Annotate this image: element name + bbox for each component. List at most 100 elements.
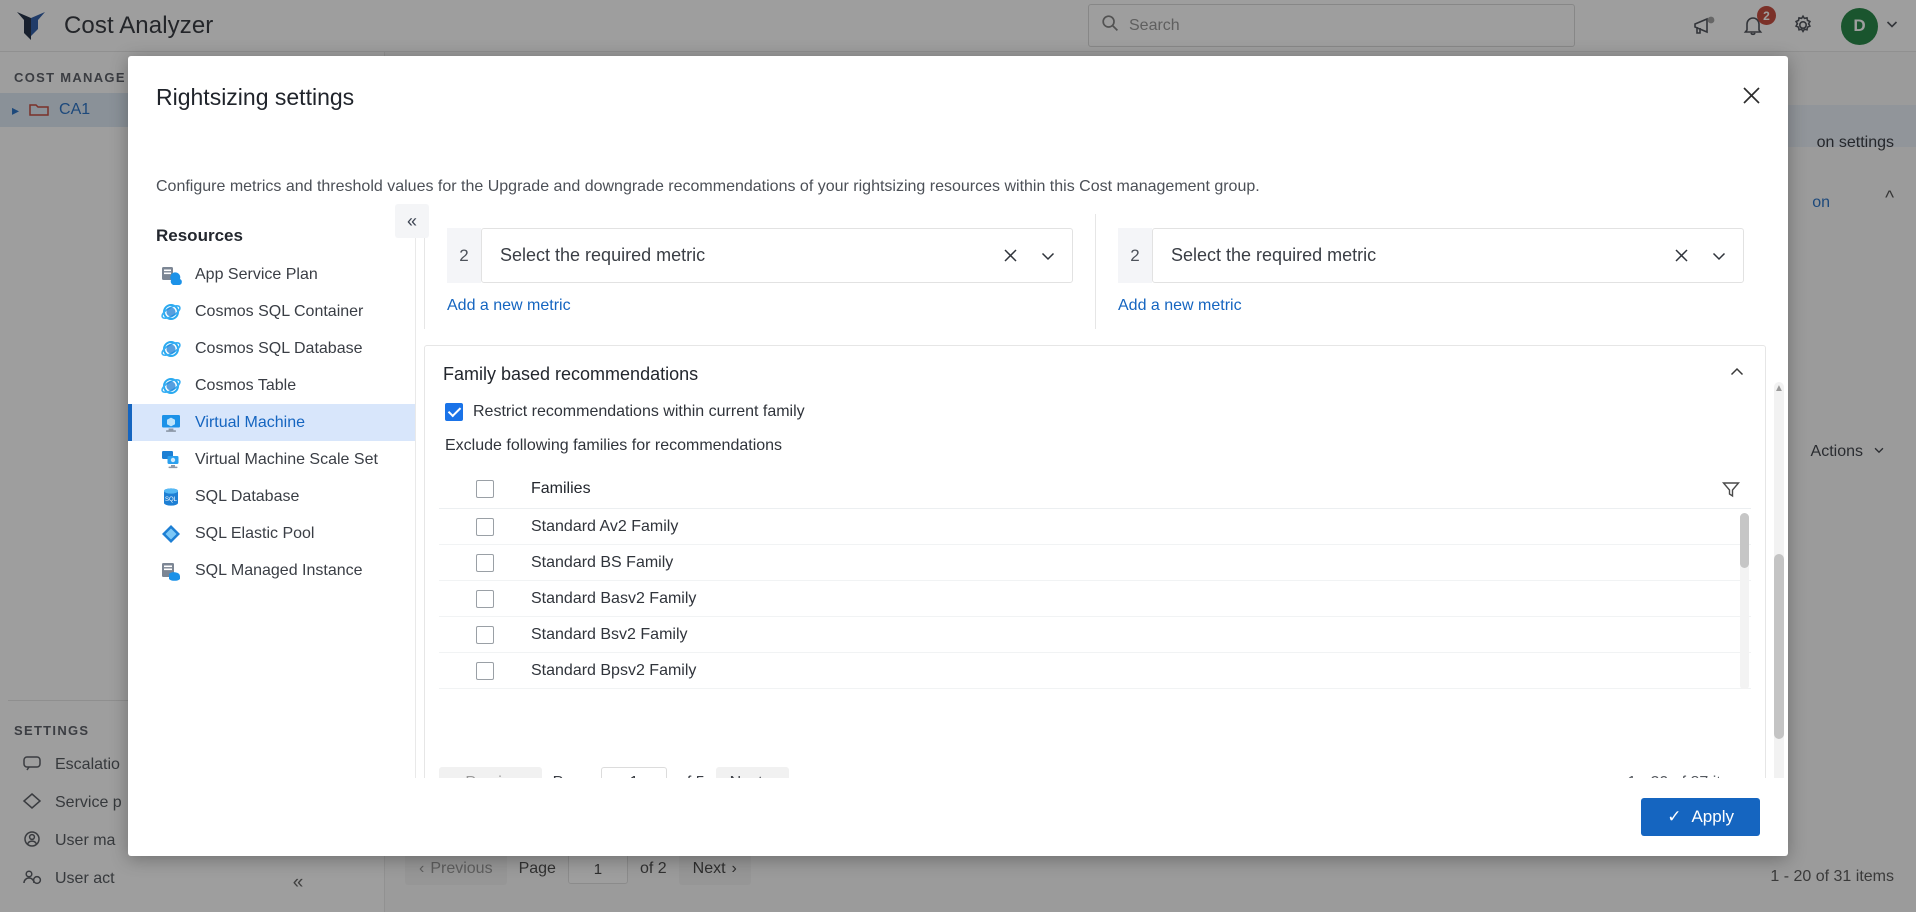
family-name: Standard Basv2 Family [531, 589, 697, 607]
restrict-recommendations-row: Restrict recommendations within current … [425, 395, 1765, 421]
resource-item-label: App Service Plan [195, 265, 318, 283]
family-name: Standard Av2 Family [531, 517, 679, 535]
dialog-title: Rightsizing settings [156, 84, 355, 110]
resource-item-label: SQL Managed Instance [195, 561, 363, 579]
row-checkbox-cell [439, 661, 531, 680]
exclude-families-label: Exclude following families for recommend… [445, 437, 783, 454]
families-rows-scroll-area[interactable]: Standard Av2 Family Standard BS Family S… [439, 509, 1751, 689]
family-row-checkbox[interactable] [476, 553, 494, 572]
metric-placeholder: Select the required metric [1171, 245, 1377, 265]
scroll-up-arrow-icon[interactable]: ▲ [1773, 382, 1785, 394]
row-checkbox-cell [439, 625, 531, 644]
resource-item-sql-database[interactable]: SQL SQL Database [128, 478, 415, 515]
resource-item-cosmos-sql-database[interactable]: Cosmos SQL Database [128, 330, 415, 367]
svg-text:SQL: SQL [165, 497, 178, 503]
sql-managed-instance-icon [160, 560, 182, 582]
table-row[interactable]: Standard Bsv2 Family [439, 617, 1751, 653]
families-scrollbar[interactable] [1740, 513, 1749, 689]
resource-item-label: Cosmos SQL Container [195, 302, 364, 320]
close-icon[interactable] [993, 248, 1028, 263]
family-name: Standard Bpsv2 Family [531, 661, 697, 679]
family-card-title: Family based recommendations [443, 364, 699, 384]
resource-item-sql-managed-instance[interactable]: SQL Managed Instance [128, 552, 415, 589]
resource-item-app-service-plan[interactable]: App Service Plan [128, 256, 415, 293]
resource-item-cosmos-table[interactable]: Cosmos Table [128, 367, 415, 404]
chevron-down-icon[interactable] [1038, 246, 1058, 266]
rightsizing-settings-dialog: Rightsizing settings Configure metrics a… [128, 56, 1788, 856]
family-name: Standard BS Family [531, 553, 674, 571]
families-scrollbar-thumb[interactable] [1740, 513, 1749, 568]
restrict-recommendations-label: Restrict recommendations within current … [473, 403, 805, 420]
resource-item-sql-elastic-pool[interactable]: SQL Elastic Pool [128, 515, 415, 552]
page-number-input[interactable] [600, 767, 667, 778]
chevron-up-icon[interactable] [1727, 362, 1747, 387]
resource-item-cosmos-sql-container[interactable]: Cosmos SQL Container [128, 293, 415, 330]
content-scrollbar-thumb[interactable] [1774, 554, 1784, 739]
family-row-checkbox[interactable] [476, 517, 494, 536]
resource-item-label: Cosmos SQL Database [195, 339, 363, 357]
family-row-checkbox[interactable] [476, 589, 494, 608]
chevron-down-icon[interactable] [1709, 246, 1729, 266]
sql-database-icon: SQL [160, 486, 182, 508]
resources-title: Resources [156, 226, 243, 245]
metric-field: 2 Select the required metric [447, 228, 1073, 283]
cosmos-db-icon [160, 338, 182, 360]
close-icon[interactable] [1664, 248, 1699, 263]
collapse-resources-button[interactable]: « [395, 204, 429, 238]
metric-index: 2 [447, 228, 481, 283]
metric-column-2: 2 Select the required metric Add a new m… [1095, 214, 1766, 329]
family-name: Standard Bsv2 Family [531, 625, 688, 643]
family-based-recommendations-card: Family based recommendations Restrict re… [424, 345, 1766, 778]
apply-button[interactable]: ✓ Apply [1641, 798, 1760, 836]
previous-page-button[interactable]: ‹ Previous [439, 767, 542, 778]
check-icon: ✓ [1667, 807, 1682, 826]
row-checkbox-cell [439, 553, 531, 572]
family-row-checkbox[interactable] [476, 625, 494, 644]
table-row[interactable]: Standard Bpsv2 Family [439, 653, 1751, 689]
select-all-families-checkbox[interactable] [476, 479, 494, 498]
table-row[interactable]: Standard Av2 Family [439, 509, 1751, 545]
row-checkbox-cell [439, 589, 531, 608]
resource-item-label: Cosmos Table [195, 376, 297, 394]
resources-panel: Resources App Service Plan Cosmos SQL Co… [128, 204, 429, 778]
family-row-checkbox[interactable] [476, 661, 494, 680]
cosmos-db-icon [160, 375, 182, 397]
families-pagination: ‹ Previous Page of 5 Next › 1 - 20 of 87… [439, 766, 1751, 778]
metric-select-1[interactable]: Select the required metric [481, 228, 1073, 283]
table-row[interactable]: Standard BS Family [439, 545, 1751, 581]
families-table-header: Families [439, 469, 1751, 509]
add-new-metric-link-2[interactable]: Add a new metric [1118, 297, 1242, 315]
sql-elastic-pool-icon [160, 523, 182, 545]
dialog-body: Resources App Service Plan Cosmos SQL Co… [128, 204, 1788, 778]
filter-icon[interactable] [1711, 479, 1751, 499]
vm-scale-set-icon [160, 449, 182, 471]
app-service-plan-icon [160, 264, 182, 286]
settings-content-panel: 2 Select the required metric Add a new m… [416, 214, 1788, 778]
resource-item-label: Virtual Machine [195, 413, 305, 431]
metrics-row: 2 Select the required metric Add a new m… [424, 214, 1766, 329]
add-new-metric-link-1[interactable]: Add a new metric [447, 297, 571, 315]
table-row[interactable]: Standard Basv2 Family [439, 581, 1751, 617]
restrict-recommendations-checkbox[interactable] [445, 403, 463, 421]
apply-label: Apply [1691, 807, 1734, 826]
dialog-footer: ✓ Apply [128, 778, 1788, 856]
metric-select-2[interactable]: Select the required metric [1152, 228, 1744, 283]
row-checkbox-cell [439, 517, 531, 536]
metric-field: 2 Select the required metric [1118, 228, 1744, 283]
family-card-header: Family based recommendations [425, 346, 1765, 395]
metric-column-1: 2 Select the required metric Add a new m… [424, 214, 1095, 329]
next-page-button[interactable]: Next › [715, 767, 789, 778]
resource-item-virtual-machine-scale-set[interactable]: Virtual Machine Scale Set [128, 441, 415, 478]
virtual-machine-icon [160, 412, 182, 434]
select-all-families-cell [439, 479, 531, 498]
resource-item-label: SQL Elastic Pool [195, 524, 315, 542]
close-icon[interactable] [1736, 80, 1766, 110]
families-table: Families Standard Av2 Family Standard BS… [439, 469, 1751, 689]
content-scrollbar[interactable]: ▲ ▼ [1774, 382, 1784, 778]
cosmos-db-icon [160, 301, 182, 323]
resource-item-label: Virtual Machine Scale Set [195, 450, 378, 468]
metric-placeholder: Select the required metric [500, 245, 706, 265]
families-column-header: Families [531, 479, 591, 497]
resource-item-virtual-machine[interactable]: Virtual Machine [128, 404, 415, 441]
metric-index: 2 [1118, 228, 1152, 283]
